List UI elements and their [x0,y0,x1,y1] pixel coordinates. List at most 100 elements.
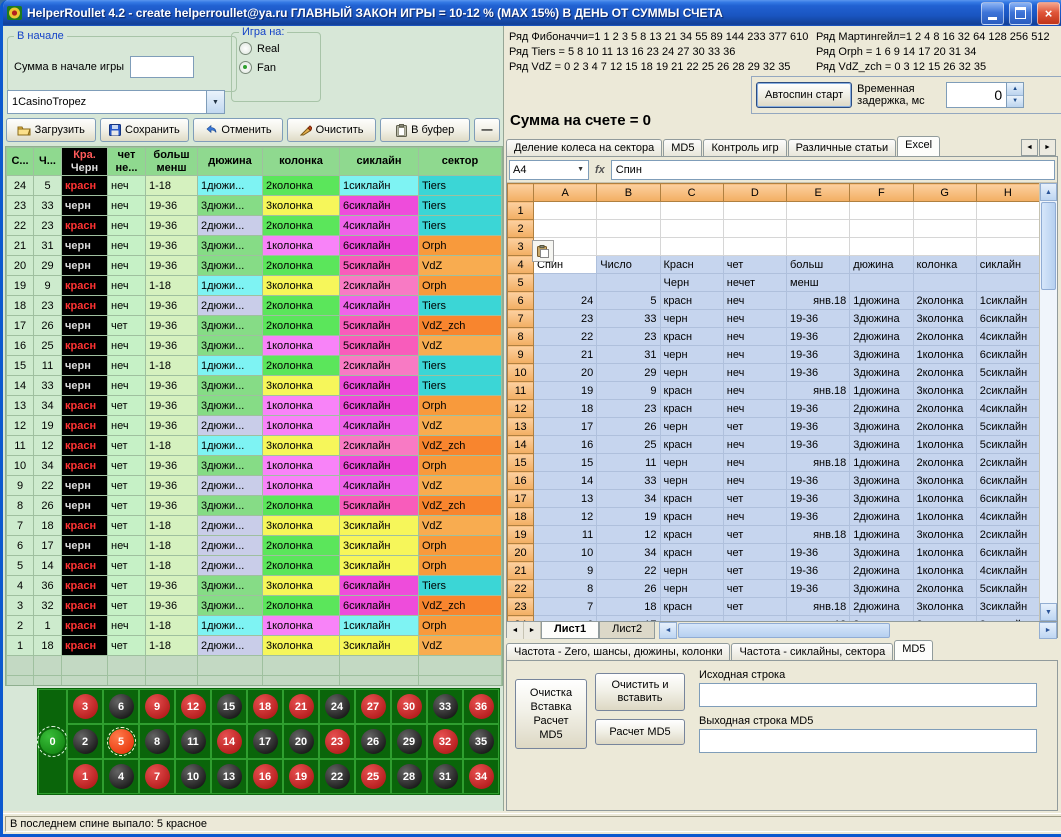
excel-row-header-7[interactable]: 7 [508,310,534,328]
excel-cell-E1[interactable] [787,202,850,220]
sheet-tab-лист2[interactable]: Лист2 [599,622,655,639]
excel-cell-G1[interactable] [913,202,976,220]
excel-cell-F10[interactable]: 3дюжина [850,364,913,382]
excel-cell-D21[interactable]: чет [723,562,786,580]
excel-cell-C3[interactable] [660,238,723,256]
excel-cell-F13[interactable]: 3дюжина [850,418,913,436]
tabs-scroll-left-icon[interactable]: ◄ [1021,139,1038,156]
excel-cell-E7[interactable]: 19-36 [787,310,850,328]
board-cell-19[interactable]: 19 [283,759,319,794]
excel-cell-B9[interactable]: 31 [597,346,660,364]
load-button[interactable]: Загрузить [6,118,96,142]
excel-cell-D12[interactable]: неч [723,400,786,418]
excel-cell-B17[interactable]: 34 [597,490,660,508]
excel-cell-G18[interactable]: 1колонка [913,508,976,526]
board-cell-21[interactable]: 21 [283,689,319,724]
md5-calc-button[interactable]: Расчет MD5 [595,719,685,745]
excel-cell-H23[interactable]: 3сиклайн [976,598,1039,616]
excel-cell-C16[interactable]: черн [660,472,723,490]
excel-cell-H24[interactable]: 3сиклайн [976,616,1039,622]
excel-cell-D14[interactable]: неч [723,436,786,454]
excel-row-header-8[interactable]: 8 [508,328,534,346]
excel-cell-D10[interactable]: неч [723,364,786,382]
excel-cell-C23[interactable]: красн [660,598,723,616]
excel-row-header-12[interactable]: 12 [508,400,534,418]
namebox-dropdown-icon[interactable]: ▼ [576,166,585,173]
excel-cell-G23[interactable]: 3колонка [913,598,976,616]
excel-cell-G17[interactable]: 1колонка [913,490,976,508]
excel-cell-A18[interactable]: 12 [534,508,597,526]
excel-cell-H13[interactable]: 5сиклайн [976,418,1039,436]
excel-row-header-21[interactable]: 21 [508,562,534,580]
excel-cell-E23[interactable]: янв.18 [787,598,850,616]
excel-cell-E22[interactable]: 19-36 [787,580,850,598]
radio-real[interactable]: Real [239,42,313,55]
excel-cell-G16[interactable]: 3колонка [913,472,976,490]
tab-контроль-игр[interactable]: Контроль игр [703,139,786,156]
excel-row-header-13[interactable]: 13 [508,418,534,436]
excel-cell-G2[interactable] [913,220,976,238]
excel-cell-G22[interactable]: 2колонка [913,580,976,598]
excel-cell-D8[interactable]: неч [723,328,786,346]
excel-cell-B12[interactable]: 23 [597,400,660,418]
freq-tab-md5[interactable]: MD5 [894,640,933,660]
excel-cell-B24[interactable]: 17 [597,616,660,622]
excel-cell-D7[interactable]: неч [723,310,786,328]
excel-cell-D19[interactable]: чет [723,526,786,544]
excel-row-header-9[interactable]: 9 [508,346,534,364]
excel-cell-C8[interactable]: красн [660,328,723,346]
tab-различные-статьи[interactable]: Различные статьи [788,139,897,156]
board-cell-2[interactable]: 2 [67,724,103,759]
excel-cell-H21[interactable]: 4сиклайн [976,562,1039,580]
excel-row-header-2[interactable]: 2 [508,220,534,238]
board-cell-1[interactable]: 1 [67,759,103,794]
board-cell-29[interactable]: 29 [391,724,427,759]
excel-row-header-11[interactable]: 11 [508,382,534,400]
excel-cell-A8[interactable]: 22 [534,328,597,346]
excel-row-header-16[interactable]: 16 [508,472,534,490]
excel-col-header-H[interactable]: H [976,184,1039,202]
excel-col-header-D[interactable]: D [723,184,786,202]
excel-cell-D4[interactable]: чет [723,256,786,274]
excel-cell-G11[interactable]: 3колонка [913,382,976,400]
excel-cell-D16[interactable]: неч [723,472,786,490]
excel-cell-F14[interactable]: 3дюжина [850,436,913,454]
board-cell-26[interactable]: 26 [355,724,391,759]
minimize-button[interactable] [981,2,1004,25]
excel-cell-E2[interactable] [787,220,850,238]
excel-cell-G4[interactable]: колонка [913,256,976,274]
excel-cell-H16[interactable]: 6сиклайн [976,472,1039,490]
excel-cell-G6[interactable]: 2колонка [913,292,976,310]
excel-cell-A5[interactable] [534,274,597,292]
excel-cell-D13[interactable]: чет [723,418,786,436]
excel-cell-E9[interactable]: 19-36 [787,346,850,364]
excel-col-header-C[interactable]: C [660,184,723,202]
excel-cell-H20[interactable]: 6сиклайн [976,544,1039,562]
excel-cell-C9[interactable]: черн [660,346,723,364]
start-sum-input[interactable] [130,56,194,78]
excel-cell-C21[interactable]: черн [660,562,723,580]
excel-cell-A19[interactable]: 11 [534,526,597,544]
excel-row-header-6[interactable]: 6 [508,292,534,310]
excel-row-header-1[interactable]: 1 [508,202,534,220]
excel-cell-H15[interactable]: 2сиклайн [976,454,1039,472]
excel-cell-A9[interactable]: 21 [534,346,597,364]
excel-cell-F12[interactable]: 2дюжина [850,400,913,418]
board-cell-23[interactable]: 23 [319,724,355,759]
spinner-down-icon[interactable]: ▼ [1007,96,1023,108]
excel-cell-D15[interactable]: неч [723,454,786,472]
excel-cell-B8[interactable]: 23 [597,328,660,346]
excel-cell-G9[interactable]: 1колонка [913,346,976,364]
excel-row-header-23[interactable]: 23 [508,598,534,616]
excel-cell-H3[interactable] [976,238,1039,256]
excel-cell-C19[interactable]: красн [660,526,723,544]
excel-cell-E15[interactable]: янв.18 [787,454,850,472]
excel-corner-cell[interactable] [508,184,534,202]
excel-cell-B20[interactable]: 34 [597,544,660,562]
excel-cell-F18[interactable]: 2дюжина [850,508,913,526]
excel-cell-A11[interactable]: 19 [534,382,597,400]
md5-clear-and-paste-button[interactable]: Очистить и вставить [595,673,685,711]
excel-cell-F6[interactable]: 1дюжина [850,292,913,310]
excel-cell-B18[interactable]: 19 [597,508,660,526]
excel-cell-D20[interactable]: чет [723,544,786,562]
